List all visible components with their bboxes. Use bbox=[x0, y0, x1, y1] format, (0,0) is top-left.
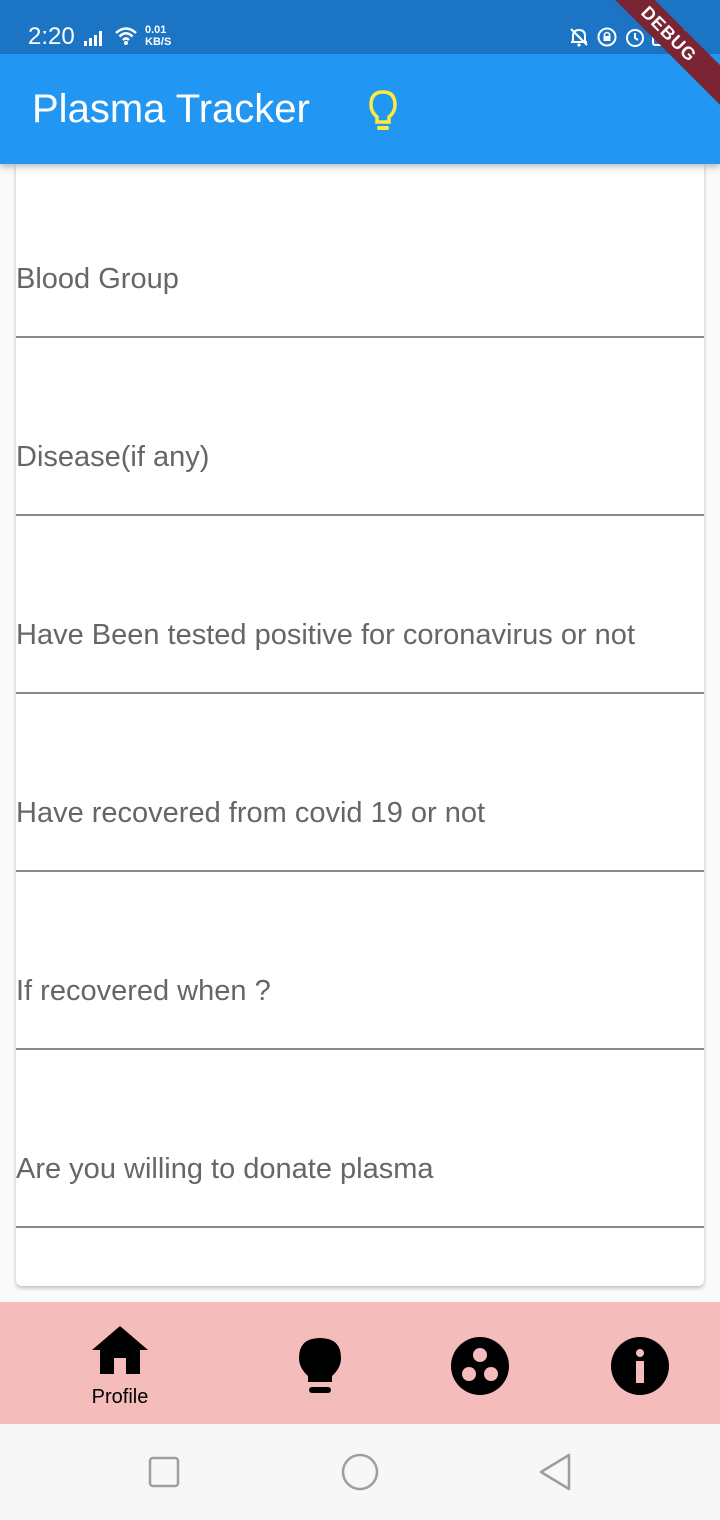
blood-group-label: Blood Group bbox=[16, 263, 179, 295]
rotation-lock-icon bbox=[597, 27, 617, 47]
profile-form: Blood Group Disease(if any) Have Been te… bbox=[16, 164, 704, 1286]
lightbulb-icon[interactable] bbox=[360, 88, 406, 134]
home-circle-icon[interactable] bbox=[340, 1452, 380, 1492]
app-bar: Plasma Tracker bbox=[0, 54, 720, 164]
home-icon bbox=[92, 1326, 148, 1374]
status-bar: 2:20 0.01 KB/S bbox=[0, 0, 720, 54]
group-icon bbox=[451, 1337, 509, 1395]
status-time: 2:20 bbox=[28, 23, 75, 50]
nav-item-info[interactable] bbox=[560, 1302, 720, 1424]
network-speed-value: 0.01 bbox=[145, 24, 167, 36]
disease-field[interactable]: Disease(if any) bbox=[16, 342, 704, 516]
nav-label-profile: Profile bbox=[91, 1386, 149, 1408]
disease-label: Disease(if any) bbox=[16, 441, 210, 473]
recovered-when-field[interactable]: If recovered when ? bbox=[16, 876, 704, 1050]
recovered-when-label: If recovered when ? bbox=[16, 975, 271, 1007]
signal-icon bbox=[84, 31, 102, 46]
tested-positive-label: Have Been tested positive for coronaviru… bbox=[16, 619, 635, 651]
network-speed: 0.01 KB/S bbox=[145, 24, 171, 48]
network-speed-unit: KB/S bbox=[145, 36, 172, 48]
blood-group-field[interactable]: Blood Group bbox=[16, 164, 704, 338]
nav-item-tips[interactable] bbox=[240, 1302, 400, 1424]
bottom-nav: Profile bbox=[0, 1302, 720, 1424]
app-title: Plasma Tracker bbox=[32, 87, 310, 131]
lightbulb-icon bbox=[299, 1338, 341, 1393]
nav-item-profile[interactable]: Profile bbox=[40, 1302, 200, 1424]
wifi-icon bbox=[115, 27, 137, 45]
system-nav-bar bbox=[0, 1424, 720, 1520]
recents-square-icon[interactable] bbox=[148, 1456, 180, 1488]
recovered-label: Have recovered from covid 19 or not bbox=[16, 797, 486, 829]
willing-to-donate-label: Are you willing to donate plasma bbox=[16, 1153, 434, 1185]
nav-item-community[interactable] bbox=[400, 1302, 560, 1424]
mute-bell-icon bbox=[570, 28, 588, 47]
info-icon bbox=[611, 1337, 669, 1395]
willing-to-donate-field[interactable]: Are you willing to donate plasma bbox=[16, 1054, 704, 1228]
recovered-field[interactable]: Have recovered from covid 19 or not bbox=[16, 698, 704, 872]
tested-positive-field[interactable]: Have Been tested positive for coronaviru… bbox=[16, 520, 704, 694]
alarm-icon bbox=[626, 29, 644, 47]
back-triangle-icon[interactable] bbox=[538, 1452, 572, 1492]
